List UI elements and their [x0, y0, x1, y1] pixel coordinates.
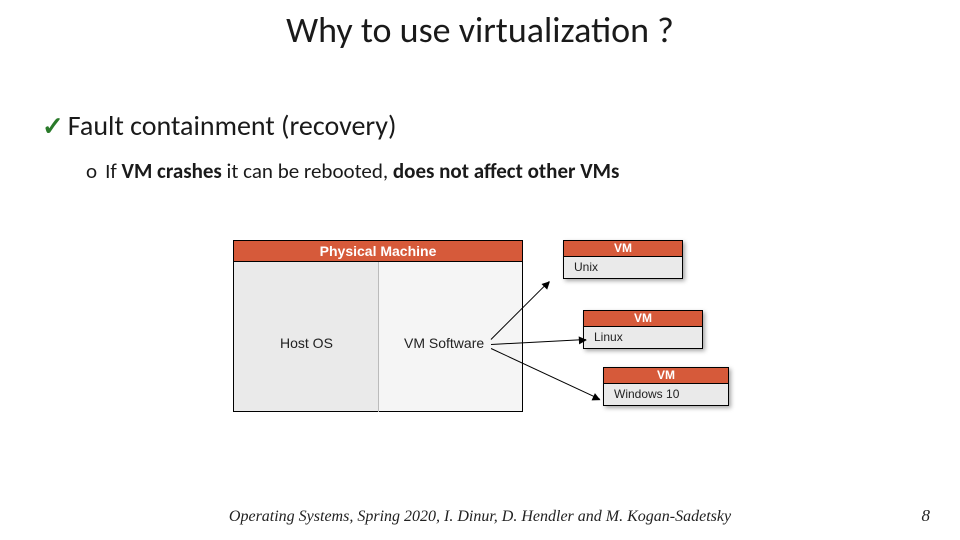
vm-header: VM — [563, 240, 683, 257]
vm-windows: VM Windows 10 — [603, 367, 729, 406]
physical-machine-header: Physical Machine — [233, 240, 523, 262]
slide: Why to use virtualization ? ✓Fault conta… — [0, 0, 960, 540]
b2-mid: it can be rebooted, — [222, 158, 393, 184]
vm-unix: VM Unix — [563, 240, 683, 279]
b2-bold2: does not affect other VMs — [393, 158, 620, 184]
checkmark-icon: ✓ — [42, 110, 64, 142]
circle-bullet-icon: o — [86, 158, 97, 184]
footer-text: Operating Systems, Spring 2020, I. Dinur… — [0, 508, 960, 526]
host-os-label: Host OS — [280, 335, 333, 351]
virtualization-diagram: Physical Machine Host OS VM Software VM … — [233, 240, 728, 440]
bullet-level1: ✓Fault containment (recovery) — [42, 108, 396, 143]
b2-prefix: If — [105, 158, 121, 184]
pm-divider — [378, 262, 379, 412]
bullet1-text: Fault containment (recovery) — [68, 108, 397, 143]
vm-body-unix: Unix — [563, 257, 683, 279]
vm-header: VM — [603, 367, 729, 384]
vm-header: VM — [583, 310, 703, 327]
b2-bold1: VM crashes — [122, 158, 222, 184]
vm-linux: VM Linux — [583, 310, 703, 349]
page-number: 8 — [922, 506, 931, 526]
slide-title: Why to use virtualization ? — [0, 8, 960, 52]
bullet-level2: o If VM crashes it can be rebooted, does … — [86, 158, 619, 184]
vm-software-label: VM Software — [404, 335, 484, 351]
vm-body-linux: Linux — [583, 327, 703, 349]
vm-body-windows: Windows 10 — [603, 384, 729, 406]
